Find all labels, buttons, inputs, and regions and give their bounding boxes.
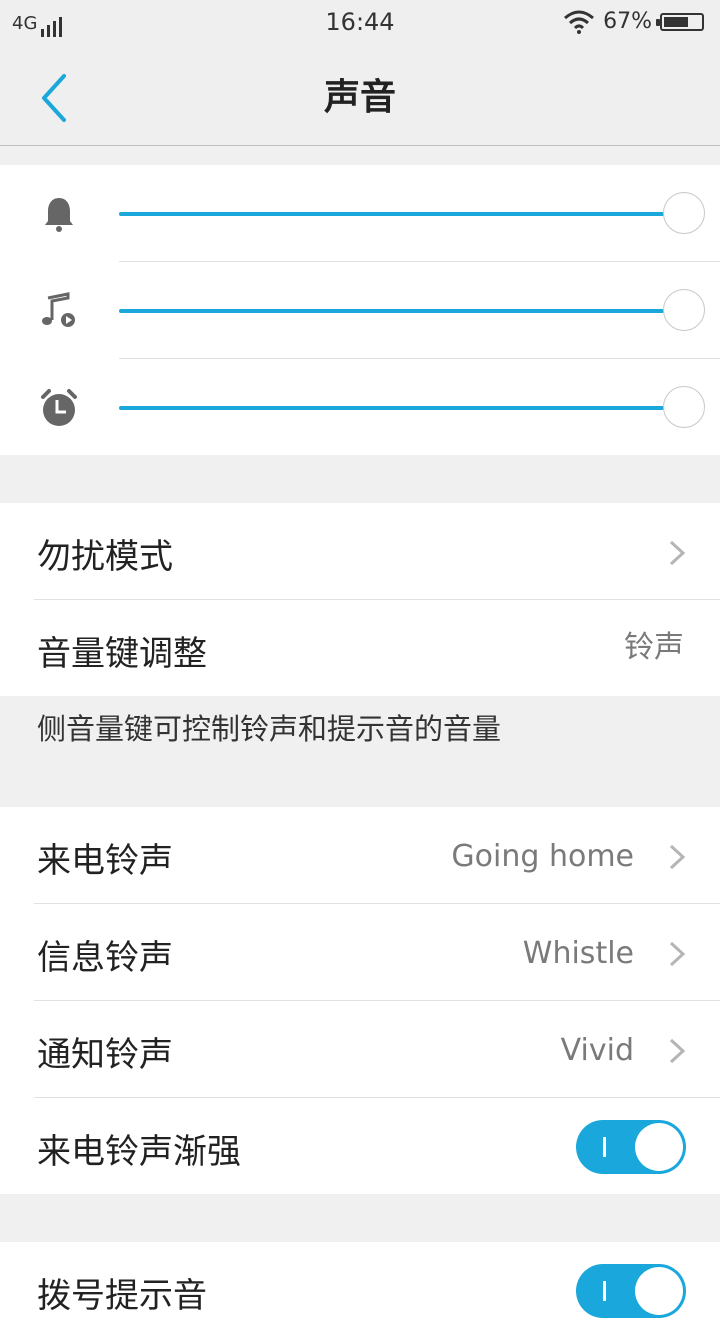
chevron-right-icon — [669, 1038, 686, 1064]
ringer-volume-track[interactable] — [119, 212, 664, 216]
ringer-volume-row — [0, 165, 720, 262]
chevron-right-icon — [669, 941, 686, 967]
alarm-icon — [41, 389, 77, 426]
volume-key-label: 音量键调整 — [37, 634, 207, 674]
notification-ringtone-value: Vivid — [560, 1033, 634, 1068]
media-volume-thumb[interactable] — [663, 289, 705, 331]
media-volume-track[interactable] — [119, 309, 664, 313]
page-title: 声音 — [323, 77, 396, 118]
wifi-icon — [564, 10, 595, 34]
volume-group — [0, 165, 720, 455]
media-volume-row — [0, 262, 720, 359]
dial-tone-toggle[interactable] — [576, 1264, 686, 1318]
dial-tone-row: 拨号提示音 — [0, 1242, 720, 1339]
mode-group: 勿扰模式 音量键调整 铃声 — [0, 503, 720, 696]
message-ringtone-value: Whistle — [522, 936, 634, 971]
ringtone-group: 来电铃声 Going home 信息铃声 Whistle 通知铃声 Vivid … — [0, 807, 720, 1194]
message-ringtone-row[interactable]: 信息铃声 Whistle — [0, 904, 720, 1001]
more-group: 拨号提示音 — [0, 1242, 720, 1339]
alarm-volume-thumb[interactable] — [663, 386, 705, 428]
chevron-right-icon — [669, 844, 686, 870]
incoming-ringtone-row[interactable]: 来电铃声 Going home — [0, 807, 720, 904]
volume-key-row[interactable]: 音量键调整 铃声 — [0, 600, 720, 697]
nav-bar: 声音 — [0, 48, 720, 146]
status-bar: 4G 16:44 67% — [0, 0, 720, 48]
crescendo-toggle[interactable] — [576, 1120, 686, 1174]
dnd-label: 勿扰模式 — [37, 537, 173, 577]
incoming-ringtone-value: Going home — [451, 839, 634, 874]
chevron-right-icon — [669, 540, 686, 566]
crescendo-row: 来电铃声渐强 — [0, 1098, 720, 1195]
volume-key-hint: 侧音量键可控制铃声和提示音的音量 — [37, 712, 502, 746]
alarm-volume-row — [0, 359, 720, 456]
music-icon — [42, 292, 75, 327]
dial-tone-label: 拨号提示音 — [37, 1276, 207, 1316]
message-ringtone-label: 信息铃声 — [37, 938, 173, 978]
notification-ringtone-label: 通知铃声 — [37, 1035, 173, 1075]
incoming-ringtone-label: 来电铃声 — [37, 841, 173, 881]
crescendo-label: 来电铃声渐强 — [37, 1132, 241, 1172]
ringer-volume-thumb[interactable] — [663, 192, 705, 234]
battery-icon — [656, 12, 704, 31]
bell-icon — [45, 198, 73, 232]
battery-percent: 67% — [603, 9, 652, 34]
alarm-volume-track[interactable] — [119, 406, 664, 410]
dnd-row[interactable]: 勿扰模式 — [0, 503, 720, 600]
volume-key-value: 铃声 — [624, 630, 684, 665]
notification-ringtone-row[interactable]: 通知铃声 Vivid — [0, 1001, 720, 1098]
